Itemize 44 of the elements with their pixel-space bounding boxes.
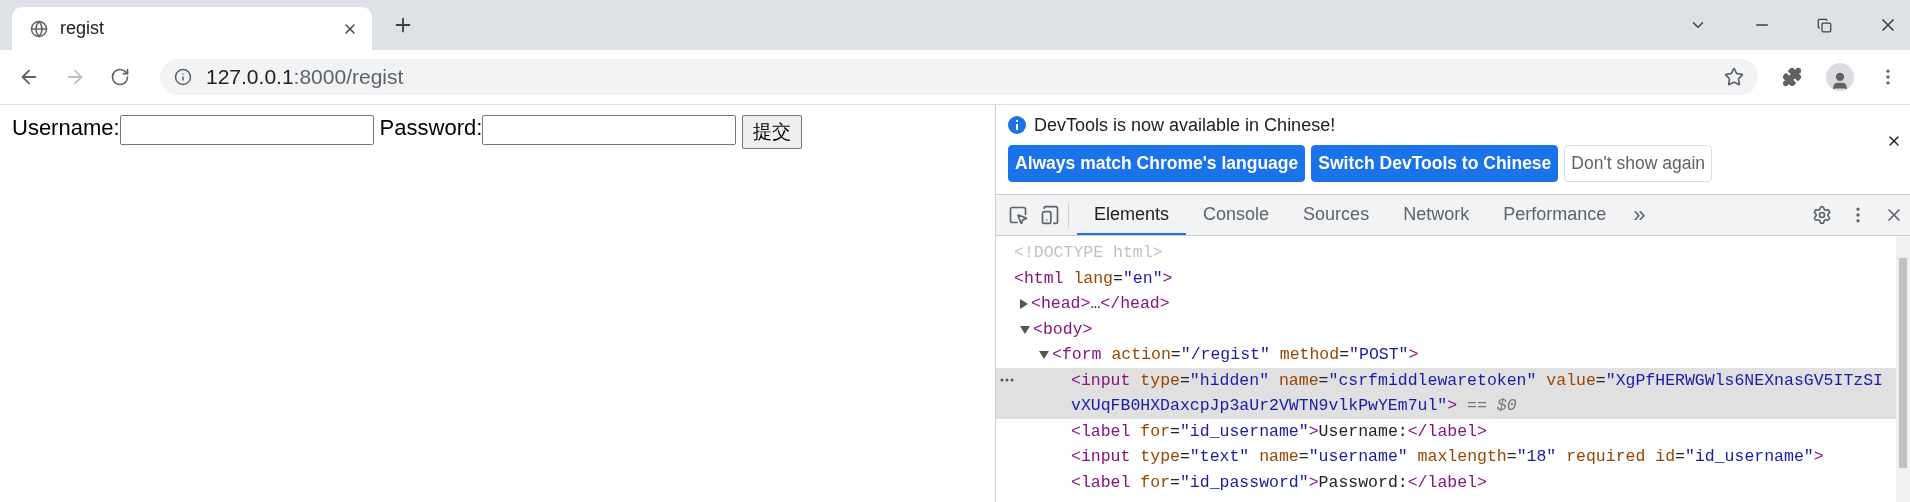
globe-icon bbox=[30, 19, 48, 38]
inspect-icon[interactable] bbox=[1008, 205, 1028, 225]
browser-tab[interactable]: regist bbox=[12, 7, 372, 50]
code-line: <form action="/regist" method="POST"> bbox=[1052, 344, 1420, 366]
caret-icon[interactable] bbox=[1020, 299, 1028, 309]
star-icon[interactable] bbox=[1724, 67, 1744, 87]
tab-title: regist bbox=[60, 18, 105, 39]
code-line: <!DOCTYPE html> bbox=[1014, 242, 1164, 264]
caret-icon[interactable] bbox=[1020, 325, 1030, 334]
code-line: <html lang="en"> bbox=[1014, 267, 1174, 290]
info-icon bbox=[174, 68, 192, 86]
devtools-tab[interactable]: Console bbox=[1186, 195, 1287, 235]
settings-icon[interactable] bbox=[1812, 205, 1832, 225]
code-line: <body> bbox=[1033, 318, 1094, 341]
reload-icon[interactable] bbox=[110, 67, 130, 87]
url-text: 127.0.0.1:8000/regist bbox=[206, 65, 405, 89]
code-line: <label for="id_username">Username:</label> bbox=[1071, 420, 1488, 443]
input-field[interactable] bbox=[119, 115, 374, 145]
restore-icon[interactable] bbox=[1817, 17, 1832, 33]
code-line: <input type="hidden" name="csrfmiddlewaretoken" value="XgPfHERWGWls6NEXnasGV5ITzSIvXUqFB0HXDaxcpJp3aUr2VWTN9vlkPwYEm7ul"> == $0 bbox=[1071, 369, 1884, 417]
devtools-tab[interactable]: Elements bbox=[1077, 195, 1187, 235]
devtools-tab[interactable]: Network bbox=[1386, 195, 1487, 235]
field-label: Username: bbox=[12, 115, 120, 141]
input-field[interactable] bbox=[482, 115, 737, 145]
code-line: <head>…</head> bbox=[1031, 293, 1171, 315]
code-line: <label for="id_password">Password:</label> bbox=[1071, 471, 1488, 494]
puzzle-icon[interactable] bbox=[1782, 67, 1802, 87]
infobar-button[interactable]: Switch DevTools to Chinese bbox=[1311, 145, 1559, 182]
infobar-message: DevTools is now available in Chinese! bbox=[1034, 114, 1336, 136]
devtools-tab[interactable]: Sources bbox=[1286, 195, 1387, 235]
submit-button[interactable]: 提交 bbox=[742, 115, 803, 149]
caret-icon[interactable] bbox=[1039, 351, 1049, 359]
scrollbar[interactable] bbox=[1896, 236, 1910, 502]
infobar-button[interactable]: Don't show again bbox=[1564, 145, 1713, 182]
address-bar[interactable]: 127.0.0.1:8000/regist bbox=[160, 59, 1758, 95]
more-tabs-button[interactable]: » bbox=[1623, 195, 1656, 235]
info-icon bbox=[1008, 116, 1026, 134]
infobar-button[interactable]: Always match Chrome's language bbox=[1008, 145, 1306, 182]
more-icon[interactable] bbox=[1000, 377, 1014, 382]
devtools-tab[interactable]: Performance bbox=[1486, 195, 1624, 235]
field-label: Password: bbox=[379, 115, 483, 141]
code-line: <input type="text" name="username" maxlength="18" required id="id_username"> bbox=[1071, 446, 1825, 468]
device-icon[interactable] bbox=[1040, 205, 1060, 225]
avatar-icon[interactable] bbox=[1826, 63, 1854, 91]
